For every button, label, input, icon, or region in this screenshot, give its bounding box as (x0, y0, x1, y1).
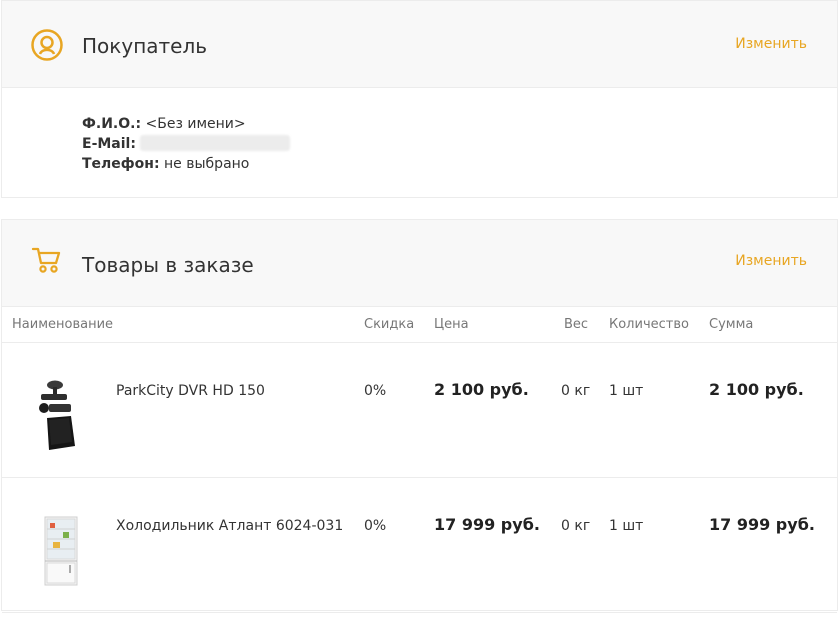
item-discount: 0% (364, 383, 387, 399)
col-weight: Вес (564, 317, 589, 332)
dashcam-image[interactable] (35, 378, 87, 454)
item-price: 2 100 руб. (434, 380, 529, 399)
table-row: Холодильник Атлант 6024-031 0% 17 999 ру… (2, 478, 837, 613)
buyer-email-row: E-Mail: (82, 134, 290, 154)
fio-label: Ф.И.О.: (82, 116, 142, 132)
buyer-panel-title: Покупатель (82, 34, 208, 58)
email-label: E-Mail: (82, 136, 136, 152)
item-quantity: 1 шт (609, 518, 644, 534)
buyer-fio-row: Ф.И.О.: <Без имени> (82, 114, 290, 134)
item-quantity: 1 шт (609, 383, 644, 399)
col-sum: Сумма (709, 317, 754, 332)
item-sum: 2 100 руб. (709, 380, 804, 399)
order-table-header: Наименование Скидка Цена Вес Количество … (2, 307, 837, 343)
buyer-info: Ф.И.О.: <Без имени> E-Mail: Телефон: не … (82, 114, 290, 174)
email-value-redacted (139, 135, 290, 151)
buyer-panel: Покупатель Изменить Ф.И.О.: <Без имени> … (1, 0, 838, 198)
item-name[interactable]: Холодильник Атлант 6024-031 (116, 518, 343, 534)
edit-order-link[interactable]: Изменить (735, 253, 807, 269)
user-icon (29, 27, 65, 68)
cart-icon (31, 244, 63, 281)
order-panel-header: Товары в заказе Изменить (2, 220, 837, 307)
col-price: Цена (434, 317, 469, 332)
buyer-panel-header: Покупатель Изменить (2, 1, 837, 88)
item-discount: 0% (364, 518, 387, 534)
col-discount: Скидка (364, 317, 415, 332)
item-weight: 0 кг (561, 383, 591, 399)
edit-buyer-link[interactable]: Изменить (735, 36, 807, 52)
fridge-image[interactable] (35, 513, 87, 589)
col-quantity: Количество (609, 317, 689, 332)
order-items-panel: Товары в заказе Изменить Наименование Ск… (1, 219, 838, 613)
order-panel-title: Товары в заказе (82, 253, 254, 277)
buyer-phone-row: Телефон: не выбрано (82, 154, 290, 174)
phone-label: Телефон: (82, 156, 160, 172)
item-weight: 0 кг (561, 518, 591, 534)
item-name[interactable]: ParkCity DVR HD 150 (116, 383, 265, 399)
col-name: Наименование (12, 317, 114, 332)
table-row: ParkCity DVR HD 150 0% 2 100 руб. 0 кг 1… (2, 343, 837, 478)
phone-value: не выбрано (164, 156, 250, 172)
item-price: 17 999 руб. (434, 515, 540, 534)
item-sum: 17 999 руб. (709, 515, 815, 534)
fio-value: <Без имени> (145, 116, 246, 132)
